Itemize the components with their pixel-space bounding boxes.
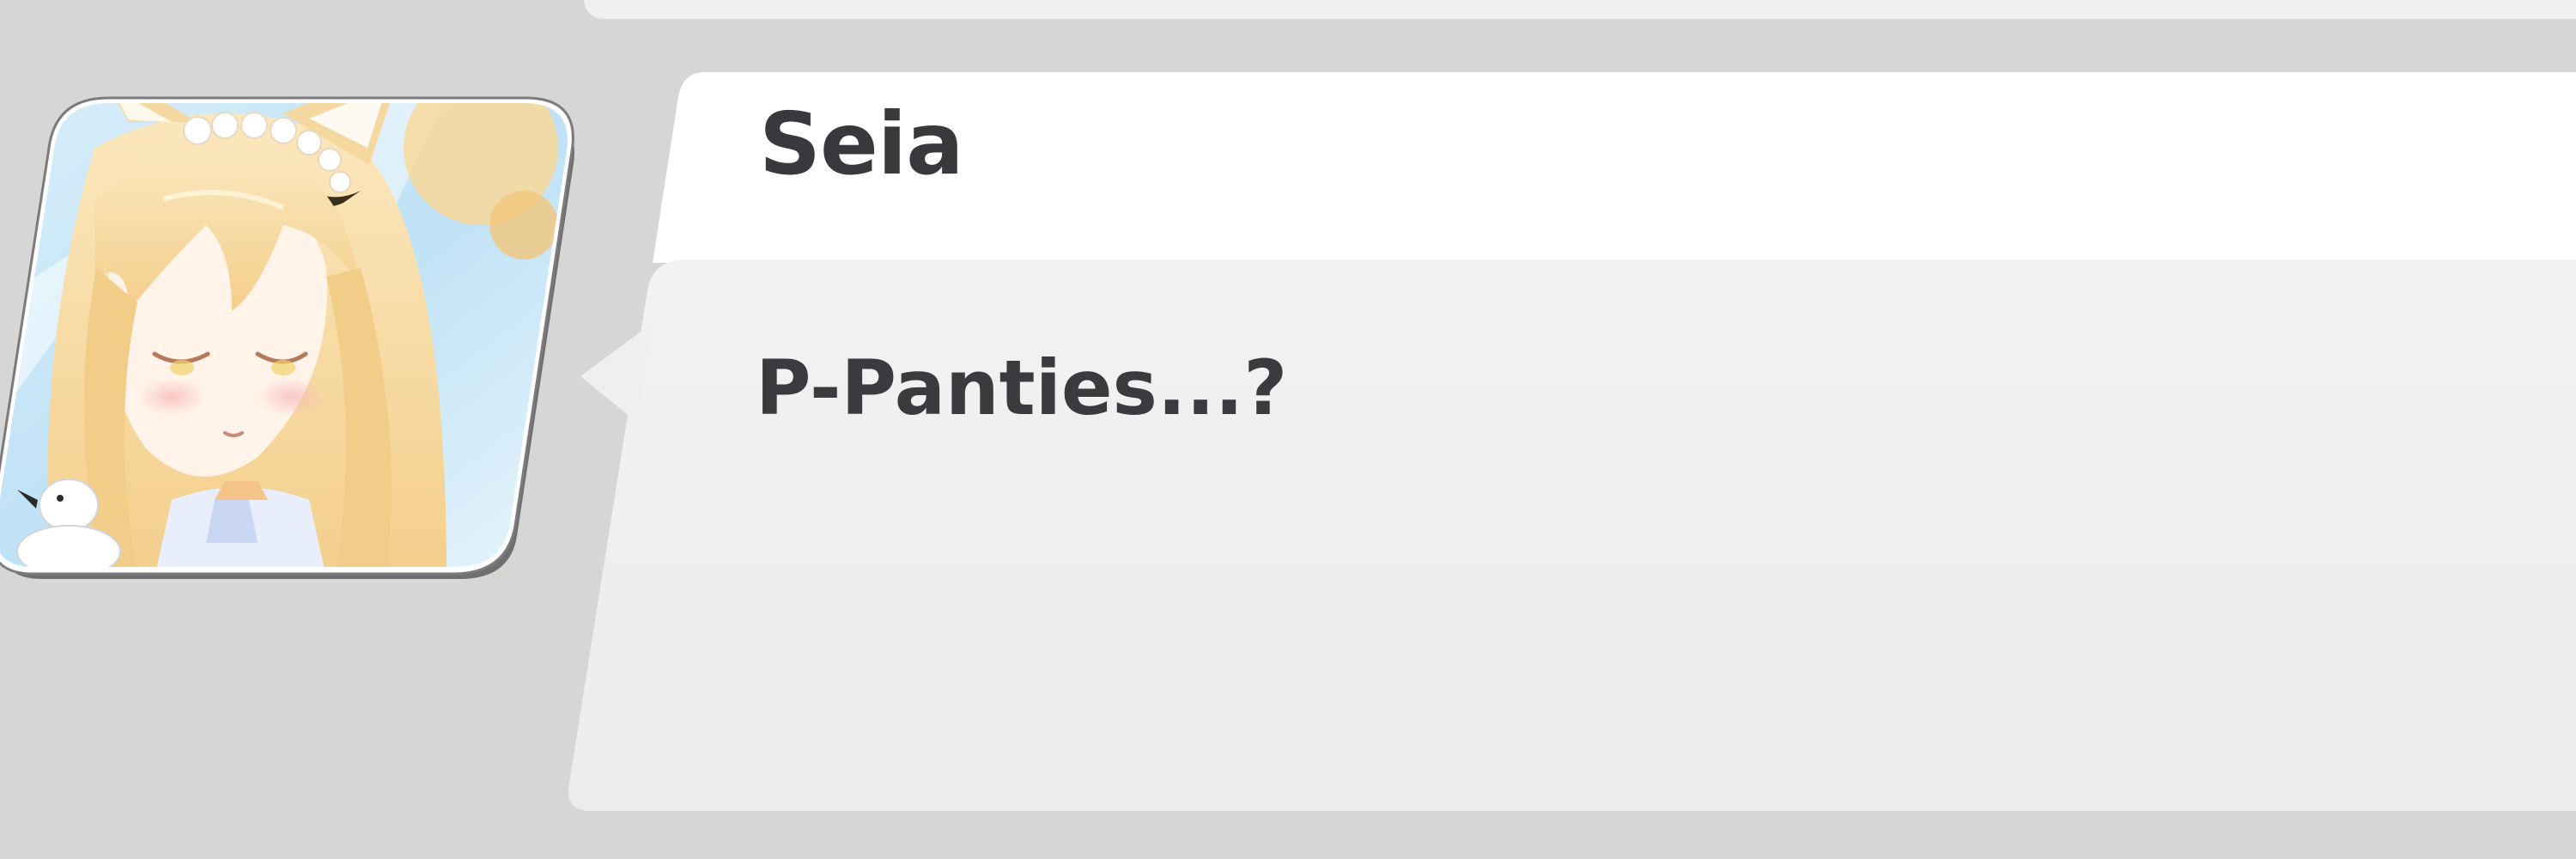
speaker-avatar[interactable] bbox=[0, 96, 584, 579]
dialogue-text: P-Panties...? bbox=[756, 344, 1288, 432]
text-panel bbox=[568, 259, 2576, 811]
seia-portrait-icon bbox=[0, 96, 574, 579]
dialogue-scene[interactable]: Seia P-Panties...? bbox=[0, 0, 2576, 859]
speaker-name: Seia bbox=[759, 94, 964, 194]
